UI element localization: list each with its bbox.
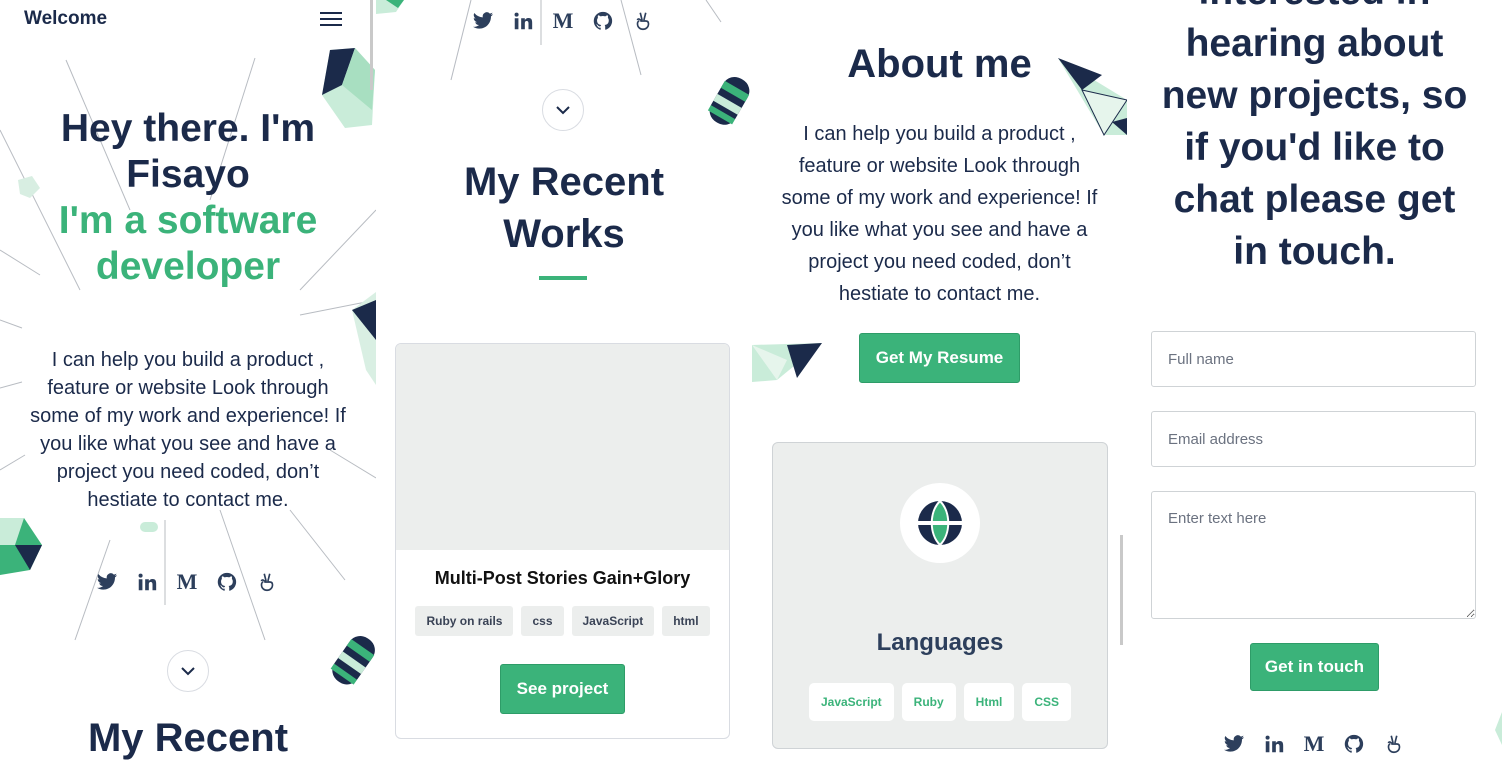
contact-heading-line: interested in [1127, 0, 1502, 18]
skill-tag: JavaScript [808, 683, 894, 721]
scroll-down-button[interactable] [542, 89, 584, 131]
skills-title: Languages [876, 629, 1004, 656]
project-card: Multi-Post Stories Gain+Glory Ruby on ra… [395, 343, 730, 739]
section-heading-peek: My Recent [87, 716, 289, 760]
angellist-icon[interactable] [254, 569, 280, 595]
linkedin-icon[interactable] [510, 8, 536, 34]
contact-heading: interested in hearing about new projects… [1127, 0, 1502, 278]
about-heading: About me [847, 42, 1032, 86]
scrollbar[interactable] [1120, 535, 1123, 645]
skill-tag: CSS [1022, 683, 1072, 721]
hero-line-2: Fisayo [126, 153, 250, 196]
project-tag: css [521, 606, 564, 636]
section-heading-line-2: Works [503, 212, 625, 256]
project-image-placeholder [396, 344, 729, 550]
skills-tags: JavaScript Ruby Html CSS [773, 683, 1107, 721]
social-links: M [1221, 731, 1407, 757]
skill-tag: Ruby [901, 683, 956, 721]
works-panel: M My Recent Works Multi-Post Stories Gai… [376, 0, 752, 771]
chevron-down-icon [181, 667, 195, 676]
project-tag: html [662, 606, 710, 636]
social-links: M [470, 8, 656, 34]
twitter-icon[interactable] [470, 8, 496, 34]
contact-heading-line: in touch. [1233, 230, 1396, 273]
contact-heading-line: hearing about [1185, 22, 1444, 65]
get-in-touch-button[interactable]: Get in touch [1250, 643, 1379, 691]
full-name-field[interactable] [1151, 331, 1476, 387]
heading-underline [539, 276, 587, 280]
hero-panel: Welcome Hey there. I'm Fisayo I'm a soft… [0, 0, 376, 771]
globe-icon [900, 483, 980, 563]
contact-panel: interested in hearing about new projects… [1127, 0, 1502, 771]
contact-heading-line: chat please get [1173, 178, 1456, 221]
linkedin-icon[interactable] [1261, 731, 1287, 757]
social-links: M [94, 569, 280, 595]
hero-sub-line-2: developer [95, 245, 281, 288]
github-icon[interactable] [214, 569, 240, 595]
scroll-down-button[interactable] [167, 650, 209, 692]
chevron-down-icon [556, 106, 570, 115]
about-panel: About me I can help you build a product … [752, 0, 1127, 771]
intro-text: I can help you build a product , feature… [30, 349, 346, 511]
skill-tag: Html [963, 683, 1015, 721]
medium-icon[interactable]: M [174, 569, 200, 595]
github-icon[interactable] [590, 8, 616, 34]
skills-card: Languages JavaScript Ruby Html CSS [772, 442, 1108, 749]
project-tag: JavaScript [571, 606, 655, 636]
project-title: Multi-Post Stories Gain+Glory [434, 568, 691, 588]
github-icon[interactable] [1341, 731, 1367, 757]
project-tag: Ruby on rails [415, 606, 514, 636]
angellist-icon[interactable] [630, 8, 656, 34]
linkedin-icon[interactable] [134, 569, 160, 595]
medium-icon[interactable]: M [1301, 731, 1327, 757]
about-text: I can help you build a product , feature… [781, 123, 1098, 305]
section-heading: My Recent Works [376, 156, 752, 260]
scrollbar[interactable] [370, 0, 373, 90]
hero-line-1: Hey there. I'm [60, 107, 316, 150]
email-field[interactable] [1151, 411, 1476, 467]
twitter-icon[interactable] [1221, 731, 1247, 757]
hero-subheading: I'm a software developer [0, 198, 376, 290]
contact-heading-line: if you'd like to [1184, 126, 1445, 169]
twitter-icon[interactable] [94, 569, 120, 595]
contact-heading-line: new projects, so [1161, 74, 1468, 117]
site-title: Welcome [24, 8, 108, 29]
angellist-icon[interactable] [1381, 731, 1407, 757]
resume-button[interactable]: Get My Resume [859, 333, 1020, 383]
project-tags: Ruby on rails css JavaScript html [396, 606, 729, 636]
see-project-button[interactable]: See project [500, 664, 625, 714]
medium-icon[interactable]: M [550, 8, 576, 34]
hero-sub-line-1: I'm a software [58, 199, 318, 242]
hamburger-icon[interactable] [320, 12, 342, 28]
hero-heading: Hey there. I'm Fisayo [0, 106, 376, 198]
section-heading-line-1: My Recent [463, 160, 665, 204]
message-field[interactable] [1151, 491, 1476, 619]
